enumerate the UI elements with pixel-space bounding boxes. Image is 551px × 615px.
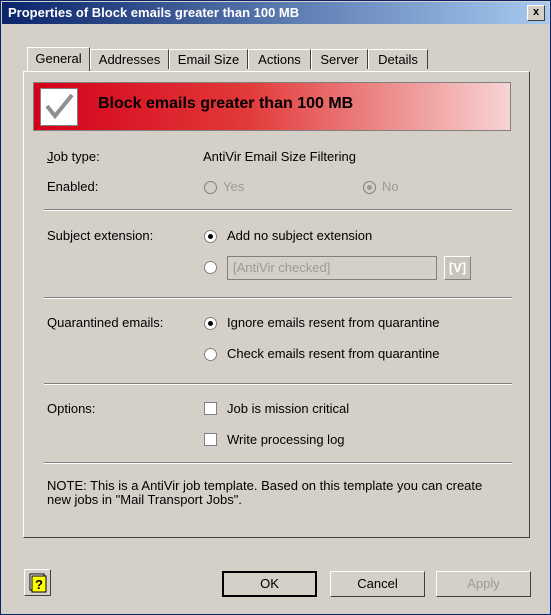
job-type-value: AntiVir Email Size Filtering [203, 149, 356, 164]
ok-button[interactable]: OK [222, 571, 317, 597]
enabled-no-label: No [382, 179, 399, 194]
tab-details[interactable]: Details [368, 49, 428, 69]
help-icon: ? [29, 573, 47, 593]
template-note: NOTE: This is a AntiVir job template. Ba… [47, 478, 483, 507]
title-bar[interactable]: Properties of Block emails greater than … [2, 2, 549, 24]
apply-button[interactable]: Apply [436, 571, 531, 597]
quarantine-check-radio[interactable] [204, 348, 217, 361]
properties-dialog: Properties of Block emails greater than … [0, 0, 551, 615]
tab-panel-general [23, 71, 530, 538]
cancel-button[interactable]: Cancel [330, 571, 425, 597]
subject-none-radio[interactable] [204, 230, 217, 243]
tab-actions[interactable]: Actions [248, 49, 311, 69]
enabled-yes-radio[interactable] [204, 181, 217, 194]
tab-email-size[interactable]: Email Size [169, 49, 248, 69]
tab-general[interactable]: General [27, 47, 90, 71]
options-label: Options: [47, 401, 96, 416]
enabled-yes-label: Yes [223, 179, 245, 194]
window-title: Properties of Block emails greater than … [8, 5, 300, 20]
job-banner: Block emails greater than 100 MB [33, 82, 511, 131]
subject-extension-label: Subject extension: [47, 228, 154, 243]
help-button[interactable]: ? [24, 569, 51, 596]
quarantined-label: Quarantined emails: [47, 315, 164, 330]
enabled-label: Enabled: [47, 179, 99, 194]
quarantine-check-label: Check emails resent from quarantine [227, 346, 440, 361]
close-button[interactable]: x [527, 5, 545, 21]
processing-log-checkbox[interactable] [204, 433, 217, 446]
tab-addresses[interactable]: Addresses [90, 49, 169, 69]
mission-critical-checkbox[interactable] [204, 402, 217, 415]
insert-variable-button[interactable]: [V] [444, 256, 471, 280]
subject-extension-input[interactable]: [AntiVir checked] [227, 256, 437, 280]
processing-log-label: Write processing log [227, 432, 345, 447]
mission-critical-label: Job is mission critical [227, 401, 350, 416]
separator [44, 209, 512, 211]
subject-none-label: Add no subject extension [227, 228, 373, 243]
tab-server[interactable]: Server [311, 49, 368, 69]
svg-text:?: ? [35, 577, 43, 592]
separator [44, 297, 512, 299]
separator [44, 383, 512, 385]
job-type-label: Job type: [47, 149, 100, 164]
quarantine-ignore-radio[interactable] [204, 317, 217, 330]
check-icon [40, 88, 78, 126]
quarantine-ignore-label: Ignore emails resent from quarantine [227, 315, 440, 330]
enabled-no-radio[interactable] [363, 181, 376, 194]
separator [44, 462, 512, 464]
banner-title: Block emails greater than 100 MB [98, 95, 354, 112]
subject-custom-radio[interactable] [204, 261, 217, 274]
